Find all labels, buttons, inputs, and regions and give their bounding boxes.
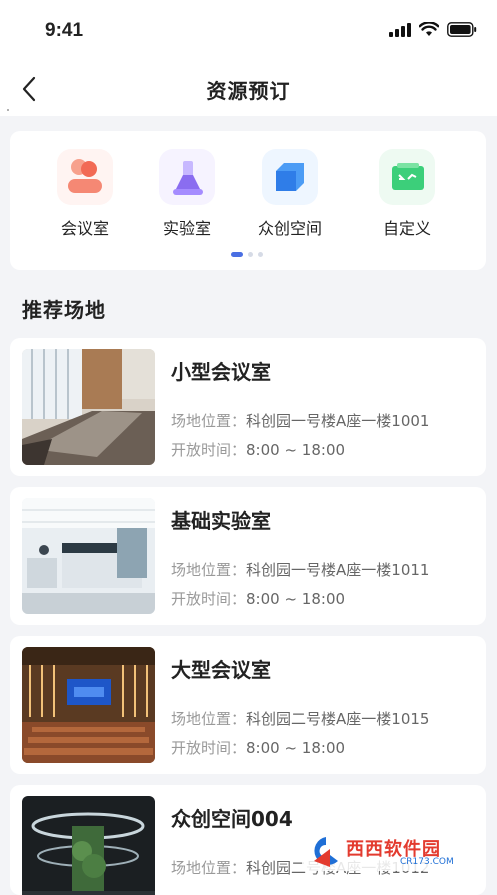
category-custom[interactable]: 自定义 <box>357 149 457 239</box>
page-dot <box>258 252 263 257</box>
category-meeting-room[interactable]: 会议室 <box>35 149 135 239</box>
venue-location: 场地位置：科创园二号楼A座一楼1015 <box>171 710 430 728</box>
watermark-site: CR173.COM <box>400 857 454 867</box>
page-dot-active <box>231 252 243 257</box>
custom-board-icon <box>379 149 435 205</box>
venue-name: 众创空间004 <box>171 807 293 831</box>
flask-icon <box>159 149 215 205</box>
cube-icon <box>262 149 318 205</box>
divider-dot <box>7 109 9 111</box>
signal-icon <box>389 22 411 37</box>
venue-name: 大型会议室 <box>171 658 271 682</box>
venue-card[interactable]: 小型会议室 场地位置：科创园一号楼A座一楼1001 开放时间：8:00 ~ 18… <box>10 338 486 476</box>
venue-hours: 开放时间：8:00 ~ 18:00 <box>171 739 346 757</box>
venue-name: 基础实验室 <box>171 509 271 533</box>
watermark-logo: 西西软件园 CR173.COM <box>300 827 478 875</box>
page-indicator <box>231 252 263 257</box>
category-label: 自定义 <box>382 219 431 238</box>
category-lab[interactable]: 实验室 <box>137 149 237 239</box>
category-label: 实验室 <box>162 219 211 238</box>
category-maker-space[interactable]: 众创空间 <box>240 149 340 239</box>
page-title: 资源预订 <box>206 79 291 103</box>
page-dot <box>248 252 253 257</box>
venue-photo <box>22 647 155 763</box>
venue-name: 小型会议室 <box>171 360 271 384</box>
venue-photo <box>22 796 155 895</box>
people-icon <box>57 149 113 205</box>
venue-hours: 开放时间：8:00 ~ 18:00 <box>171 441 346 459</box>
battery-icon <box>447 22 477 37</box>
venue-hours: 开放时间：8:00 ~ 18:00 <box>171 590 346 608</box>
status-time: 9:41 <box>45 20 84 41</box>
category-label: 众创空间 <box>257 219 322 238</box>
venue-location: 场地位置：科创园一号楼A座一楼1001 <box>171 412 430 430</box>
nav-header: 资源预订 <box>0 62 497 116</box>
status-bar: 9:41 <box>0 0 497 62</box>
venue-photo <box>22 498 155 614</box>
wifi-icon <box>419 22 439 36</box>
category-label: 会议室 <box>60 219 109 238</box>
status-icons <box>389 22 477 37</box>
venue-card[interactable]: 基础实验室 场地位置：科创园一号楼A座一楼1011 开放时间：8:00 ~ 18… <box>10 487 486 625</box>
venue-card[interactable]: 大型会议室 场地位置：科创园二号楼A座一楼1015 开放时间：8:00 ~ 18… <box>10 636 486 774</box>
category-card: 会议室 实验室 众创空间 自定义 <box>10 131 486 270</box>
venue-location: 场地位置：科创园一号楼A座一楼1011 <box>171 561 430 579</box>
section-title: 推荐场地 <box>22 298 106 322</box>
venue-photo <box>22 349 155 465</box>
